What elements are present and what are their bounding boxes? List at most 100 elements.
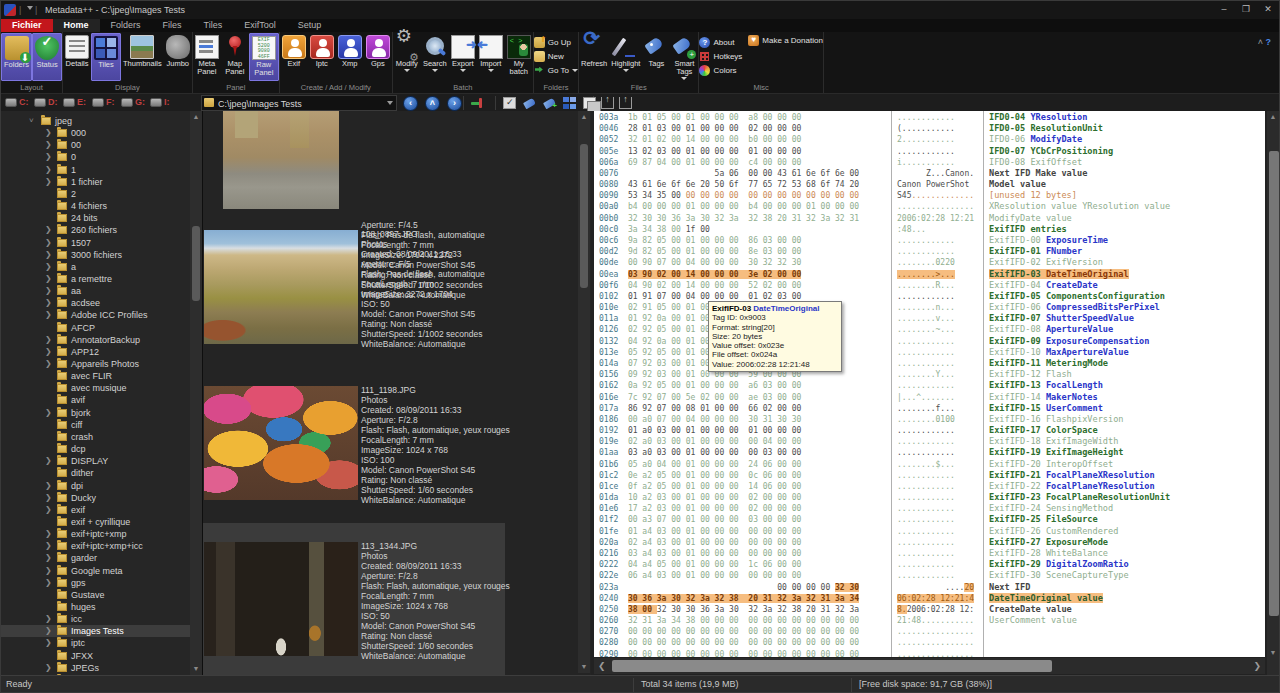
tree-item-garder[interactable]: ❯garder xyxy=(1,552,191,564)
drive-g[interactable]: G: xyxy=(121,97,145,107)
expand-icon[interactable]: ❯ xyxy=(45,552,52,564)
tiles-icon[interactable] xyxy=(563,97,576,109)
tree-item-exif-iptc-xmp-icc[interactable]: ❯exif+iptc+xmp+icc xyxy=(1,540,191,552)
tree-item-jfxx[interactable]: JFXX xyxy=(1,650,191,662)
tree-item-000[interactable]: ❯000 xyxy=(1,127,191,139)
folders-button[interactable]: Folders xyxy=(1,33,32,81)
gps-button[interactable]: Gps xyxy=(364,33,392,81)
drive-e[interactable]: E: xyxy=(63,97,86,107)
hex-scroll-left-icon[interactable]: ❮ xyxy=(598,660,606,672)
hotkeys-button[interactable]: Hotkeys xyxy=(699,49,742,63)
hex-row-00f6[interactable]: 00f6 04 90 02 00 14 00 00 00 52 02 00 00… xyxy=(594,280,1265,291)
hex-row-0270[interactable]: 0270 00 00 00 00 00 00 00 00 00 00 00 00… xyxy=(594,626,1265,637)
export-up-icon[interactable] xyxy=(601,97,614,109)
hex-row-0250[interactable]: 0250 38 00 32 30 30 36 3a 30 32 3a 32 38… xyxy=(594,604,1265,615)
tree-item-app12[interactable]: ❯APP12 xyxy=(1,346,191,358)
address-bar[interactable]: C:\jpeg\Images Tests xyxy=(201,95,397,111)
address-dropdown-icon[interactable] xyxy=(387,101,393,105)
go-up-button[interactable]: Go Up xyxy=(534,35,578,49)
hex-row-019e[interactable]: 019e 02 a0 03 00 01 00 00 00 00 04 00 00… xyxy=(594,436,1265,447)
tree-item-icc[interactable]: ❯icc xyxy=(1,613,191,625)
tree-scroll-thumb[interactable] xyxy=(192,226,200,301)
hex-row-0260[interactable]: 0260 32 31 3a 34 38 00 00 00 00 00 00 00… xyxy=(594,615,1265,626)
expand-icon[interactable]: ❯ xyxy=(45,358,52,370)
hex-vertical-scrollbar[interactable]: ▲ ▼ xyxy=(1267,111,1280,675)
drive-i[interactable]: I: xyxy=(150,97,170,107)
hex-row-006a[interactable]: 006a 69 87 04 00 01 00 00 00 c4 00 00 00… xyxy=(594,157,1265,168)
expand-icon[interactable]: ❯ xyxy=(45,565,52,577)
hex-row-0076[interactable]: 0076 5a 06 00 00 43 61 6e 6f 6e 00 Z...C… xyxy=(594,168,1265,179)
hex-row-00b0[interactable]: 00b0 32 30 30 36 3a 30 32 3a 32 38 20 31… xyxy=(594,213,1265,224)
expand-icon[interactable]: ❯ xyxy=(45,176,52,188)
hex-row-01b6[interactable]: 01b6 05 a0 04 00 01 00 00 00 24 06 00 00… xyxy=(594,459,1265,470)
file-item-108-0897-jpg[interactable]: 108_0897.JPGPhotosCreated: 08/09/2011 16… xyxy=(203,211,505,367)
new-button[interactable]: New xyxy=(534,49,578,63)
tree-item-ducky[interactable]: ❯Ducky xyxy=(1,492,191,504)
expand-icon[interactable]: ❯ xyxy=(45,151,52,163)
expand-icon[interactable]: ❯ xyxy=(45,249,52,261)
hex-row-00c0[interactable]: 00c0 3a 34 38 00 1f 00:48...ExifIFD entr… xyxy=(594,224,1265,235)
tree-scroll-down-icon[interactable]: ▼ xyxy=(190,663,202,675)
hex-row-01da[interactable]: 01da 10 a2 03 00 01 00 00 00 02 00 00 00… xyxy=(594,492,1265,503)
hex-row-010e[interactable]: 010e 02 91 05 00 01 00 00 00 6e 03 00 00… xyxy=(594,302,1265,313)
expand-icon[interactable]: ❯ xyxy=(45,139,52,151)
tree-item-annotatorbackup[interactable]: ❯AnnotatorBackup xyxy=(1,334,191,346)
hex-row-0290[interactable]: 0290 00 00 00 00 00 00 00 00 00 00 00 00… xyxy=(594,649,1265,657)
hex-row-005e[interactable]: 005e 13 02 03 00 01 00 00 00 01 00 00 00… xyxy=(594,146,1265,157)
expand-icon[interactable]: ❯ xyxy=(45,285,52,297)
meta-panel-button[interactable]: Meta Panel xyxy=(193,33,221,81)
expand-icon[interactable]: ❯ xyxy=(45,164,52,176)
hex-row-023a[interactable]: 023a 00 00 00 00 32 30 ....20Next IFD xyxy=(594,582,1265,593)
pin-icon[interactable] xyxy=(471,97,484,109)
tree-item-dpi[interactable]: ❯dpi xyxy=(1,480,191,492)
highlight-button[interactable]: Highlight xyxy=(609,33,642,81)
tiles-button[interactable]: Tiles xyxy=(91,33,121,81)
nav-back-icon[interactable]: ‹ xyxy=(403,96,418,111)
expand-icon[interactable]: ❯ xyxy=(45,613,52,625)
tree-item-1-fichier[interactable]: ❯1 fichier xyxy=(1,176,191,188)
files-scrollbar[interactable]: ▲ ▼ xyxy=(578,111,590,673)
tree-item-2[interactable]: 2 xyxy=(1,188,191,200)
tree-item-3000-fichiers[interactable]: ❯3000 fichiers xyxy=(1,249,191,261)
hex-row-01aa[interactable]: 01aa 03 a0 03 00 01 00 00 00 00 03 00 00… xyxy=(594,447,1265,458)
search-button[interactable]: Search xyxy=(421,33,449,81)
expand-icon[interactable]: ❯ xyxy=(45,577,52,589)
tab-files[interactable]: Files xyxy=(152,19,193,32)
hex-scroll-up-icon[interactable]: ▲ xyxy=(1267,111,1279,123)
hex-row-00d2[interactable]: 00d2 9d 82 05 00 01 00 00 00 8e 03 00 00… xyxy=(594,246,1265,257)
hex-row-0102[interactable]: 0102 01 91 07 00 04 00 00 00 01 02 03 00… xyxy=(594,291,1265,302)
expand-icon[interactable]: ❯ xyxy=(45,224,52,236)
details-button[interactable]: Details xyxy=(63,33,91,81)
smart-tags-button[interactable]: Smart Tags xyxy=(670,33,698,81)
checkbox-icon[interactable] xyxy=(503,97,516,109)
drive-c[interactable]: C: xyxy=(5,97,29,107)
hex-row-0080[interactable]: 0080 43 61 6e 6f 6e 20 50 6f 77 65 72 53… xyxy=(594,179,1265,190)
expand-icon[interactable]: ❯ xyxy=(45,504,52,516)
tree-item-avec-musique[interactable]: avec musique xyxy=(1,382,191,394)
collapse-icon[interactable]: ˅ xyxy=(29,115,34,127)
tree-item-adobe-icc-profiles[interactable]: ❯Adobe ICC Profiles xyxy=(1,309,191,321)
tree-item-jpeg[interactable]: ˅jpeg xyxy=(1,115,191,127)
hex-row-0222[interactable]: 0222 04 a4 05 00 01 00 00 00 1c 06 00 00… xyxy=(594,559,1265,570)
hex-row-0046[interactable]: 0046 28 01 03 00 01 00 00 00 02 00 00 00… xyxy=(594,123,1265,134)
files-scroll-up-icon[interactable]: ▲ xyxy=(578,111,590,123)
file-item[interactable]: Aperture: F/4.5Flash: Pas de flash, auto… xyxy=(203,111,505,211)
about-button[interactable]: About xyxy=(699,35,742,49)
tree-item-appareils-photos[interactable]: ❯Appareils Photos xyxy=(1,358,191,370)
maximize-button[interactable]: ❐ xyxy=(1235,1,1257,17)
tree-item-images-tests[interactable]: ❯Images Tests xyxy=(1,625,191,637)
tree-item-bjork[interactable]: ❯bjork xyxy=(1,407,191,419)
file-item-111-1198-jpg[interactable]: 111_1198.JPGPhotosCreated: 08/09/2011 16… xyxy=(203,367,505,523)
hex-scroll-down-icon[interactable]: ▼ xyxy=(1267,647,1279,659)
tab-tiles[interactable]: Tiles xyxy=(193,19,234,32)
hex-row-01fe[interactable]: 01fe 01 a4 03 00 01 00 00 00 00 00 00 00… xyxy=(594,526,1265,537)
status-button[interactable]: Status xyxy=(32,33,62,81)
tree-item-acdsee[interactable]: ❯acdsee xyxy=(1,297,191,309)
hex-row-017a[interactable]: 017a 86 92 07 00 08 01 00 00 66 02 00 00… xyxy=(594,403,1265,414)
tree-item-ciff[interactable]: ciff xyxy=(1,419,191,431)
tree-item-display[interactable]: ❯DISPLAY xyxy=(1,455,191,467)
tree-item-dcp[interactable]: dcp xyxy=(1,443,191,455)
expand-icon[interactable]: ❯ xyxy=(45,480,52,492)
hex-row-014a[interactable]: 014a 07 92 03 00 01 00 00 00 05 00 00 00… xyxy=(594,358,1265,369)
tree-item-exif-cyrillique[interactable]: exif + cyrillique xyxy=(1,516,191,528)
